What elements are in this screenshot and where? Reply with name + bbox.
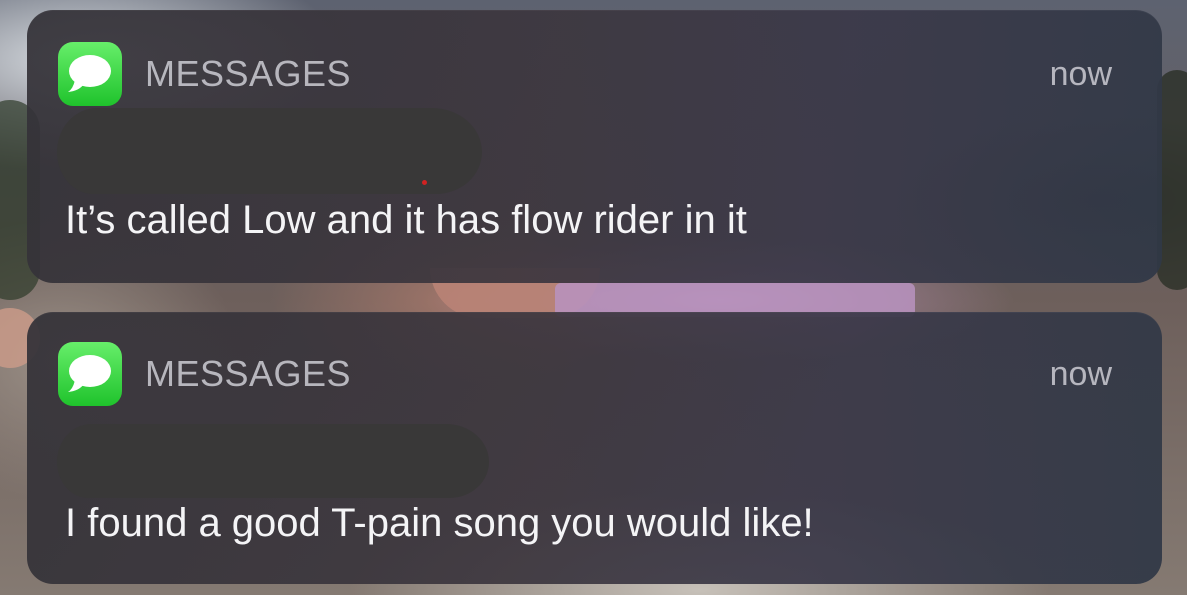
speech-bubble-icon (68, 55, 111, 92)
message-body: I found a good T-pain song you would lik… (65, 501, 814, 545)
redaction-artifact (422, 180, 427, 185)
messages-icon (58, 342, 122, 406)
notification-time: now (1049, 55, 1112, 93)
sender-redaction (57, 108, 482, 194)
notification-card[interactable]: MESSAGES now It’s called Low and it has … (27, 10, 1162, 283)
notification-time: now (1049, 355, 1112, 393)
sender-redaction (57, 424, 489, 498)
app-name: MESSAGES (145, 53, 352, 94)
message-body: It’s called Low and it has flow rider in… (65, 198, 747, 242)
speech-bubble-icon (68, 355, 111, 392)
messages-icon (58, 42, 122, 106)
notification-card[interactable]: MESSAGES now I found a good T-pain song … (27, 312, 1162, 584)
app-name: MESSAGES (145, 353, 352, 394)
